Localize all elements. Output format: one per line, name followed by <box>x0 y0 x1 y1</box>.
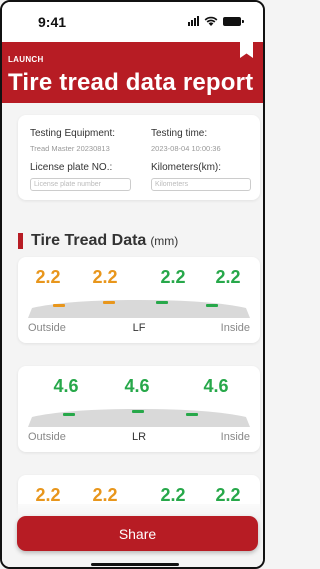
inside-label: Inside <box>220 431 250 443</box>
tread-groove-marker <box>186 413 198 416</box>
tread-depth-value: 2.2 <box>160 485 186 505</box>
tread-depth-value: 4.6 <box>203 376 229 396</box>
section-title-text: Tire Tread Data <box>31 232 147 249</box>
brand-logo: LAUNCH <box>8 55 44 64</box>
test-info-card: Testing Equipment: Tread Master 20230813… <box>18 115 260 200</box>
equipment-label: Testing Equipment: <box>30 128 116 139</box>
tread-depth-value: 4.6 <box>53 376 79 396</box>
tread-groove-marker <box>53 304 65 307</box>
tire-card[interactable]: 2.2 2.2 2.2 2.2 Outside LF Inside <box>18 257 260 343</box>
section-accent-bar <box>18 233 23 249</box>
tread-groove-marker <box>103 301 115 304</box>
tread-depth-value: 2.2 <box>160 267 186 287</box>
inside-label: Inside <box>220 322 250 334</box>
home-indicator <box>91 563 179 566</box>
license-plate-label: License plate NO.: <box>30 162 113 173</box>
license-plate-input[interactable]: License plate number <box>30 178 131 191</box>
tread-groove-marker <box>156 301 168 304</box>
page-title: Tire tread data report <box>8 69 254 96</box>
wifi-icon <box>204 16 218 26</box>
testing-time-value: 2023-08-04 10:00:36 <box>151 144 221 153</box>
section-title: Tire Tread Data (mm) <box>18 232 178 250</box>
signal-icon <box>188 16 199 26</box>
status-bar: 9:41 <box>2 2 263 42</box>
battery-icon <box>223 17 244 26</box>
kilometers-label: Kilometers(km): <box>151 162 222 173</box>
tread-depth-value: 2.2 <box>35 485 61 505</box>
share-button[interactable]: Share <box>17 516 258 551</box>
section-unit: (mm) <box>150 234 179 248</box>
share-bar: Share <box>2 504 263 567</box>
tread-depth-value: 2.2 <box>92 267 118 287</box>
report-header: LAUNCH Tire tread data report <box>2 42 263 103</box>
tread-depth-value: 2.2 <box>35 267 61 287</box>
tread-profile-graphic <box>28 300 250 318</box>
tread-depth-value: 4.6 <box>124 376 150 396</box>
tread-groove-marker <box>206 304 218 307</box>
testing-time-label: Testing time: <box>151 128 208 139</box>
status-time: 9:41 <box>38 14 67 30</box>
kilometers-input[interactable]: Kilometers <box>151 178 251 191</box>
equipment-value: Tread Master 20230813 <box>30 144 110 153</box>
tread-groove-marker <box>63 413 75 416</box>
tire-card[interactable]: 4.6 4.6 4.6 Outside LR Inside <box>18 366 260 452</box>
tread-depth-value: 2.2 <box>215 267 241 287</box>
tread-depth-value: 2.2 <box>92 485 118 505</box>
phone-screen: 9:41 LAUNCH Tire tread data report Testi… <box>0 0 265 569</box>
tread-depth-value: 2.2 <box>215 485 241 505</box>
status-icons <box>188 16 244 26</box>
bookmark-icon[interactable] <box>240 42 253 58</box>
tread-groove-marker <box>132 410 144 413</box>
